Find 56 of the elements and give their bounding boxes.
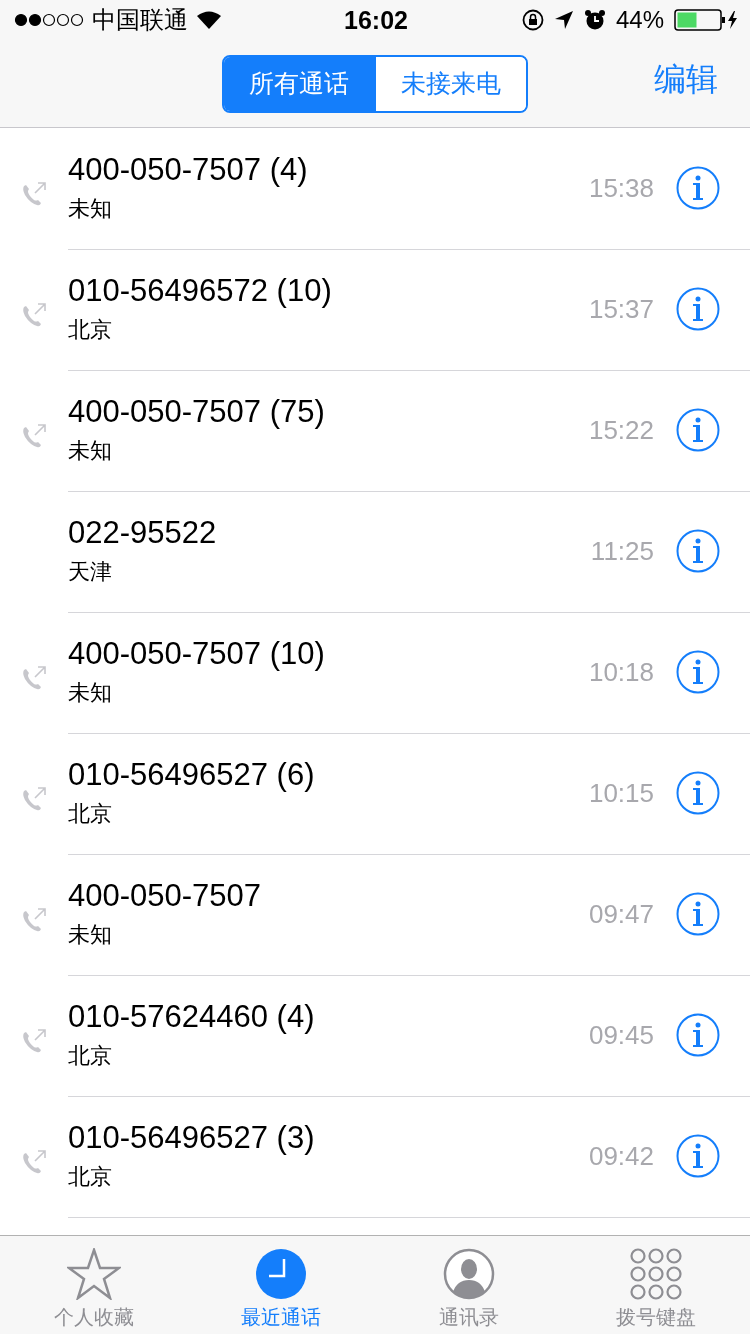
info-icon[interactable] xyxy=(676,650,720,694)
phone-number: 400-050-7507 (75) xyxy=(68,394,326,430)
phone-number: 010-56496527 (6) xyxy=(68,757,316,793)
phone-number: 400-050-7507 (4) xyxy=(68,152,309,188)
phone-number: 010-57624460 (4) xyxy=(68,999,316,1035)
person-icon xyxy=(442,1248,495,1300)
call-time: 15:22 xyxy=(588,414,654,446)
info-icon[interactable] xyxy=(676,408,720,452)
call-location: 未知 xyxy=(68,195,113,223)
signal-icon xyxy=(14,13,84,27)
call-time: 10:15 xyxy=(588,777,654,809)
segment-tab[interactable]: 所有通话 xyxy=(224,56,374,111)
clock-icon xyxy=(255,1248,308,1300)
keypad-icon xyxy=(630,1248,683,1300)
call-time: 09:45 xyxy=(588,1019,654,1051)
info-icon[interactable] xyxy=(676,892,720,936)
call-location: 未知 xyxy=(68,679,113,707)
call-location: 未知 xyxy=(68,437,113,465)
call-time: 15:37 xyxy=(588,293,654,325)
phone-number: 400-050-7507 xyxy=(68,878,263,914)
info-icon[interactable] xyxy=(676,1134,720,1178)
call-location: 未知 xyxy=(68,921,113,949)
star-icon xyxy=(66,1248,121,1300)
carrier-name: 中国联通 xyxy=(92,5,188,35)
call-location: 天津 xyxy=(68,558,113,586)
tab-bar-item[interactable]: 拨号键盘 xyxy=(562,1236,750,1334)
call-time: 15:38 xyxy=(588,172,654,204)
call-time: 11:25 xyxy=(590,535,654,567)
rotation-lock-icon xyxy=(521,9,544,31)
phone-number: 010-56496527 (3) xyxy=(68,1120,316,1156)
tab-bar-item[interactable]: 个人收藏 xyxy=(0,1236,188,1334)
call-location: 北京 xyxy=(68,316,113,344)
edit-button[interactable]: 编辑 xyxy=(654,58,718,102)
call-location: 北京 xyxy=(68,1163,113,1191)
call-time: 09:47 xyxy=(588,898,654,930)
info-icon[interactable] xyxy=(676,287,720,331)
call-location: 北京 xyxy=(68,1042,113,1070)
battery-icon xyxy=(674,9,738,31)
info-icon[interactable] xyxy=(676,771,720,815)
segment-tab[interactable]: 未接来电 xyxy=(374,56,526,111)
info-icon[interactable] xyxy=(676,1013,720,1057)
info-icon[interactable] xyxy=(676,529,720,573)
call-time: 09:42 xyxy=(588,1140,654,1172)
status-time: 16:02 xyxy=(344,5,408,35)
info-icon[interactable] xyxy=(676,166,720,210)
wifi-icon xyxy=(196,10,222,30)
phone-number: 400-050-7507 (10) xyxy=(68,636,326,672)
phone-number: 022-95522 xyxy=(68,515,218,551)
battery-percent: 44% xyxy=(615,6,664,34)
call-time: 10:18 xyxy=(588,656,654,688)
call-location: 北京 xyxy=(68,800,113,828)
alarm-clock-icon xyxy=(583,9,606,31)
phone-number: 010-56496572 (10) xyxy=(68,273,333,309)
tab-bar-item[interactable]: 最近通话 xyxy=(187,1236,375,1334)
tab-bar-item[interactable]: 通讯录 xyxy=(375,1236,563,1334)
location-arrow-icon xyxy=(553,10,574,30)
